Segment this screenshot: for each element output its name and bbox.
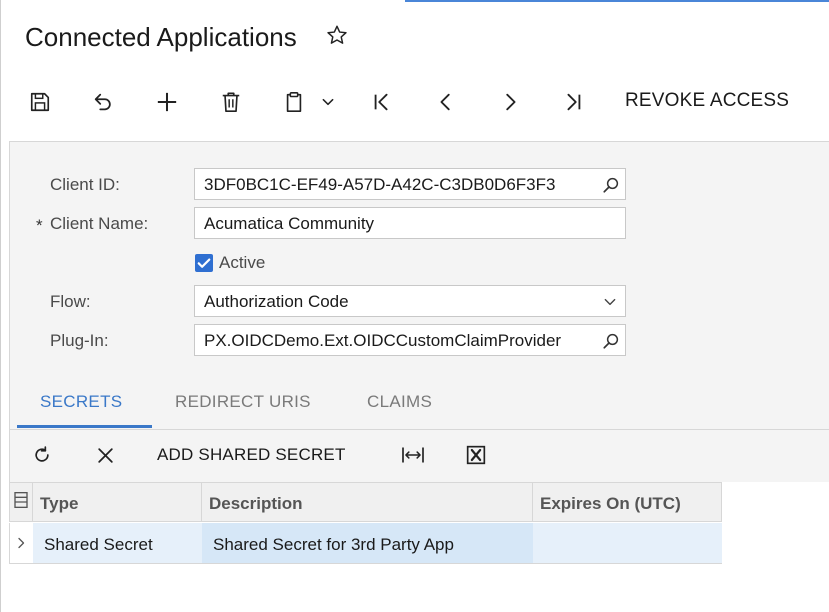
fit-columns-button[interactable] bbox=[399, 444, 427, 466]
row-settings-icon bbox=[14, 492, 28, 508]
active-tab-indicator bbox=[17, 425, 152, 428]
column-header-expires-on[interactable]: Expires On (UTC) bbox=[533, 482, 722, 522]
flow-label: Flow: bbox=[50, 292, 91, 311]
table-cell-expires-on[interactable] bbox=[533, 523, 722, 564]
add-icon bbox=[157, 92, 177, 112]
plugin-field[interactable]: PX.OIDCDemo.Ext.OIDCCustomClaimProvider bbox=[194, 324, 626, 356]
clipboard-dropdown-button[interactable] bbox=[320, 94, 336, 110]
search-icon[interactable] bbox=[602, 176, 620, 194]
tab-secrets[interactable]: SECRETS bbox=[40, 392, 122, 412]
previous-record-icon bbox=[440, 93, 450, 111]
delete-icon bbox=[222, 92, 240, 112]
delete-button[interactable] bbox=[219, 90, 243, 114]
active-checkbox[interactable] bbox=[195, 254, 213, 272]
favorite-star-icon[interactable] bbox=[326, 24, 348, 46]
last-record-button[interactable] bbox=[561, 90, 585, 114]
excel-icon bbox=[466, 445, 486, 465]
client-name-value: Acumatica Community bbox=[204, 214, 375, 233]
next-record-button[interactable] bbox=[498, 90, 522, 114]
row-selector[interactable] bbox=[9, 523, 33, 564]
chevron-down-icon bbox=[322, 98, 334, 106]
add-shared-secret-button[interactable]: ADD SHARED SECRET bbox=[157, 445, 346, 465]
tab-redirect-uris[interactable]: REDIRECT URIS bbox=[175, 392, 311, 412]
last-record-icon bbox=[567, 93, 581, 111]
first-record-button[interactable] bbox=[370, 90, 394, 114]
plugin-label: Plug-In: bbox=[50, 331, 109, 350]
tab-claims[interactable]: CLAIMS bbox=[367, 392, 432, 412]
plugin-value: PX.OIDCDemo.Ext.OIDCCustomClaimProvider bbox=[204, 331, 562, 350]
client-id-label: Client ID: bbox=[50, 175, 120, 194]
fit-columns-icon bbox=[402, 447, 424, 463]
row-selector-header[interactable] bbox=[9, 482, 33, 522]
table-cell-description[interactable]: Shared Secret for 3rd Party App bbox=[202, 523, 533, 564]
first-record-icon bbox=[374, 93, 388, 111]
save-button[interactable] bbox=[28, 90, 52, 114]
required-marker: * bbox=[36, 216, 43, 235]
refresh-icon bbox=[35, 446, 49, 462]
client-name-field[interactable]: Acumatica Community bbox=[194, 207, 626, 239]
clear-button[interactable] bbox=[94, 444, 116, 466]
search-icon[interactable] bbox=[602, 332, 620, 350]
add-button[interactable] bbox=[155, 90, 179, 114]
next-record-icon bbox=[506, 93, 516, 111]
client-id-field[interactable]: 3DF0BC1C-EF49-A57D-A42C-C3DB0D6F3F3 bbox=[194, 168, 626, 200]
checkmark-icon bbox=[197, 258, 211, 268]
column-header-description[interactable]: Description bbox=[202, 482, 533, 522]
revoke-access-button[interactable]: REVOKE ACCESS bbox=[625, 90, 789, 112]
column-header-type[interactable]: Type bbox=[33, 482, 202, 522]
close-icon bbox=[97, 447, 113, 463]
clipboard-button[interactable] bbox=[282, 90, 306, 114]
save-icon bbox=[30, 92, 50, 112]
active-label: Active bbox=[219, 253, 266, 272]
client-id-value: 3DF0BC1C-EF49-A57D-A42C-C3DB0D6F3F3 bbox=[204, 175, 556, 194]
table-cell-type[interactable]: Shared Secret bbox=[33, 523, 202, 564]
chevron-down-icon bbox=[604, 298, 616, 306]
previous-record-button[interactable] bbox=[434, 90, 458, 114]
undo-icon bbox=[94, 93, 111, 111]
refresh-button[interactable] bbox=[31, 444, 53, 466]
window-left-border bbox=[0, 0, 1, 612]
flow-select[interactable]: Authorization Code bbox=[194, 285, 626, 317]
undo-button[interactable] bbox=[91, 90, 115, 114]
page-title: Connected Applications bbox=[25, 22, 297, 52]
chevron-right-icon bbox=[18, 537, 25, 549]
window-top-border bbox=[405, 0, 829, 2]
flow-value: Authorization Code bbox=[204, 292, 349, 311]
client-name-label: Client Name: bbox=[50, 214, 149, 233]
export-excel-button[interactable] bbox=[465, 444, 487, 466]
clipboard-icon bbox=[286, 92, 302, 112]
